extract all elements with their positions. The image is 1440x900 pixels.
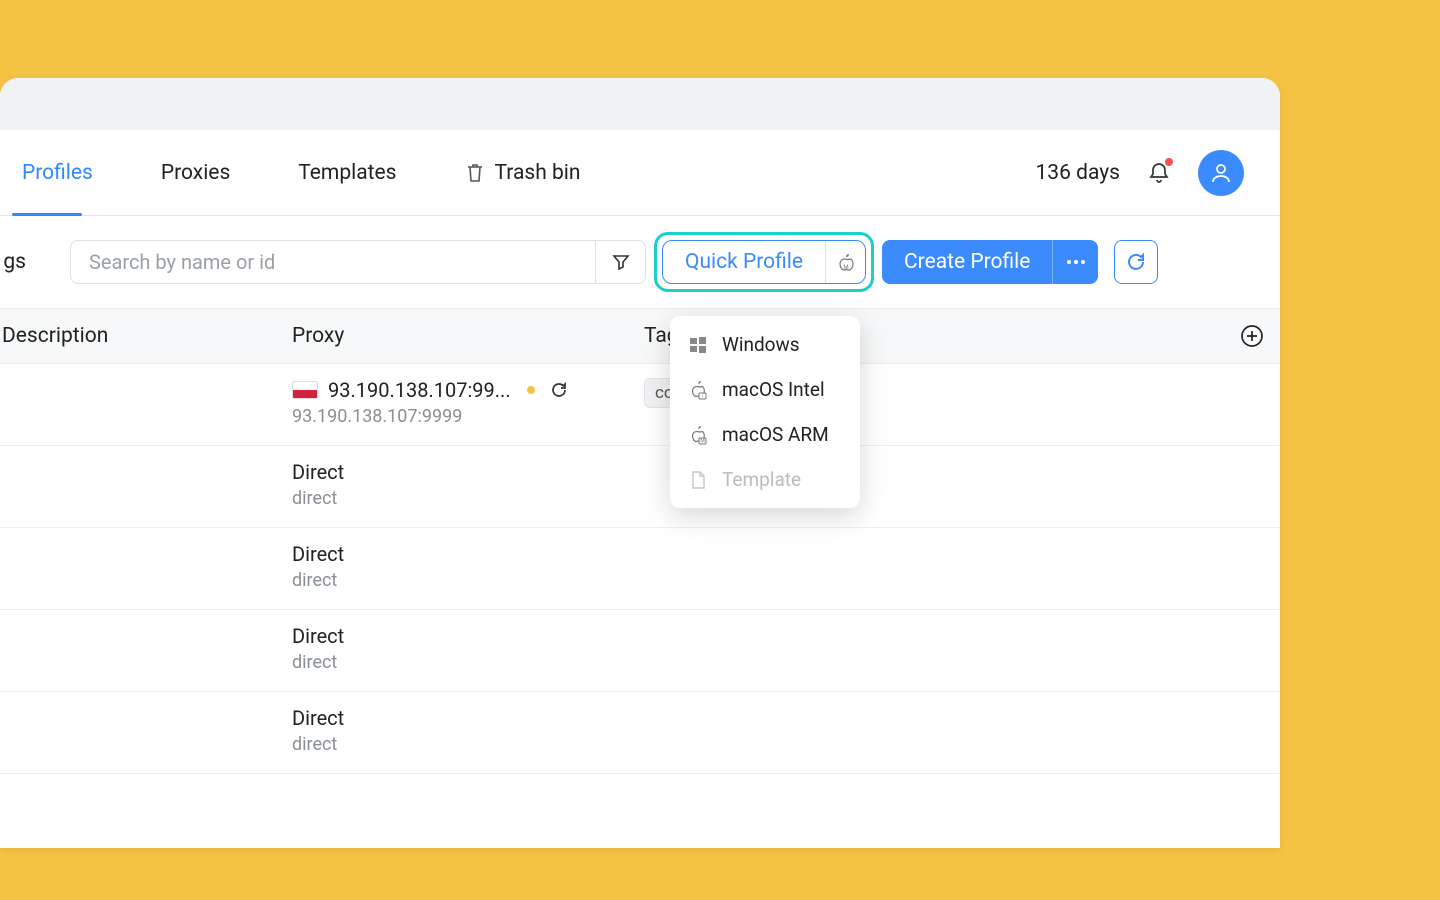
quick-profile-label: Quick Profile (663, 241, 825, 283)
app-window: Profiles Proxies Templates Trash bin 136… (0, 78, 1280, 848)
dropdown-label: Template (722, 468, 801, 491)
quick-profile-button[interactable]: Quick Profile M (662, 240, 866, 284)
proxy-address: Direct (292, 624, 632, 648)
refresh-icon (1125, 251, 1147, 273)
quick-profile-dropdown: Windows i macOS Intel M macOS ARM Templa… (670, 316, 860, 508)
tab-trash[interactable]: Trash bin (449, 130, 597, 216)
proxy-address: 93.190.138.107:99... (328, 378, 511, 402)
days-remaining: 136 days (1035, 161, 1120, 185)
dropdown-label: macOS ARM (722, 423, 829, 446)
quick-profile-platform-icon[interactable]: M (825, 241, 865, 283)
svg-text:M: M (843, 264, 848, 271)
filter-button[interactable] (595, 241, 645, 283)
proxy-address: Direct (292, 542, 632, 566)
proxy-address: Direct (292, 460, 632, 484)
proxy-subtext: direct (292, 570, 632, 591)
flag-icon (292, 381, 318, 399)
user-icon (1210, 162, 1232, 184)
table-row[interactable]: Direct direct (0, 528, 1280, 610)
create-profile-button[interactable]: Create Profile (882, 240, 1052, 284)
proxy-subtext: direct (292, 652, 632, 673)
search-input[interactable] (71, 241, 595, 283)
proxy-subtext: direct (292, 488, 632, 509)
apple-arm-icon: M (688, 425, 708, 445)
dropdown-label: Windows (722, 333, 800, 356)
proxy-address: Direct (292, 706, 632, 730)
tab-profiles[interactable]: Profiles (6, 130, 109, 216)
tab-proxies[interactable]: Proxies (145, 130, 246, 216)
column-proxy[interactable]: Proxy (280, 324, 632, 348)
proxy-refresh-button[interactable] (549, 380, 569, 400)
apple-m-icon: M (837, 252, 855, 272)
dropdown-item-template: Template (670, 457, 860, 502)
table-header: Description Proxy Tag (0, 308, 1280, 364)
svg-text:M: M (700, 438, 704, 444)
table-row[interactable]: 93.190.138.107:99... 93.190.138.107:9999… (0, 364, 1280, 446)
refresh-icon (549, 380, 569, 400)
proxy-subtext: direct (292, 734, 632, 755)
user-avatar[interactable] (1198, 150, 1244, 196)
table-row[interactable]: Direct direct (0, 610, 1280, 692)
dropdown-item-macos-arm[interactable]: M macOS ARM (670, 412, 860, 457)
main-tabs: Profiles Proxies Templates Trash bin 136… (0, 130, 1280, 216)
apple-intel-icon: i (688, 380, 708, 400)
tab-templates[interactable]: Templates (282, 130, 412, 216)
search-group (70, 240, 646, 284)
dots-icon (1066, 259, 1086, 265)
window-titlebar (0, 78, 1280, 130)
tab-trash-label: Trash bin (495, 161, 581, 185)
create-profile-more-button[interactable] (1052, 240, 1098, 284)
column-description[interactable]: Description (0, 324, 280, 348)
quick-profile-group: Quick Profile M (662, 240, 866, 284)
dropdown-label: macOS Intel (722, 378, 825, 401)
dropdown-item-macos-intel[interactable]: i macOS Intel (670, 367, 860, 412)
add-column-button[interactable] (1224, 324, 1280, 348)
dropdown-item-windows[interactable]: Windows (670, 322, 860, 367)
left-text-fragment: gs (0, 250, 26, 274)
notification-badge (1165, 158, 1173, 166)
notifications-button[interactable] (1148, 161, 1170, 185)
document-icon (688, 470, 708, 490)
create-profile-group: Create Profile (882, 240, 1098, 284)
trash-icon (465, 162, 485, 184)
table-row[interactable]: Direct direct (0, 692, 1280, 774)
table-row[interactable]: Direct direct (0, 446, 1280, 528)
svg-text:i: i (702, 393, 703, 399)
plus-circle-icon (1240, 324, 1264, 348)
proxy-subtext: 93.190.138.107:9999 (292, 406, 632, 427)
windows-icon (688, 335, 708, 355)
toolbar: gs Quick Profile M Create Profile (0, 216, 1280, 308)
refresh-button[interactable] (1114, 240, 1158, 284)
status-dot-icon (527, 386, 535, 394)
filter-icon (612, 253, 630, 271)
